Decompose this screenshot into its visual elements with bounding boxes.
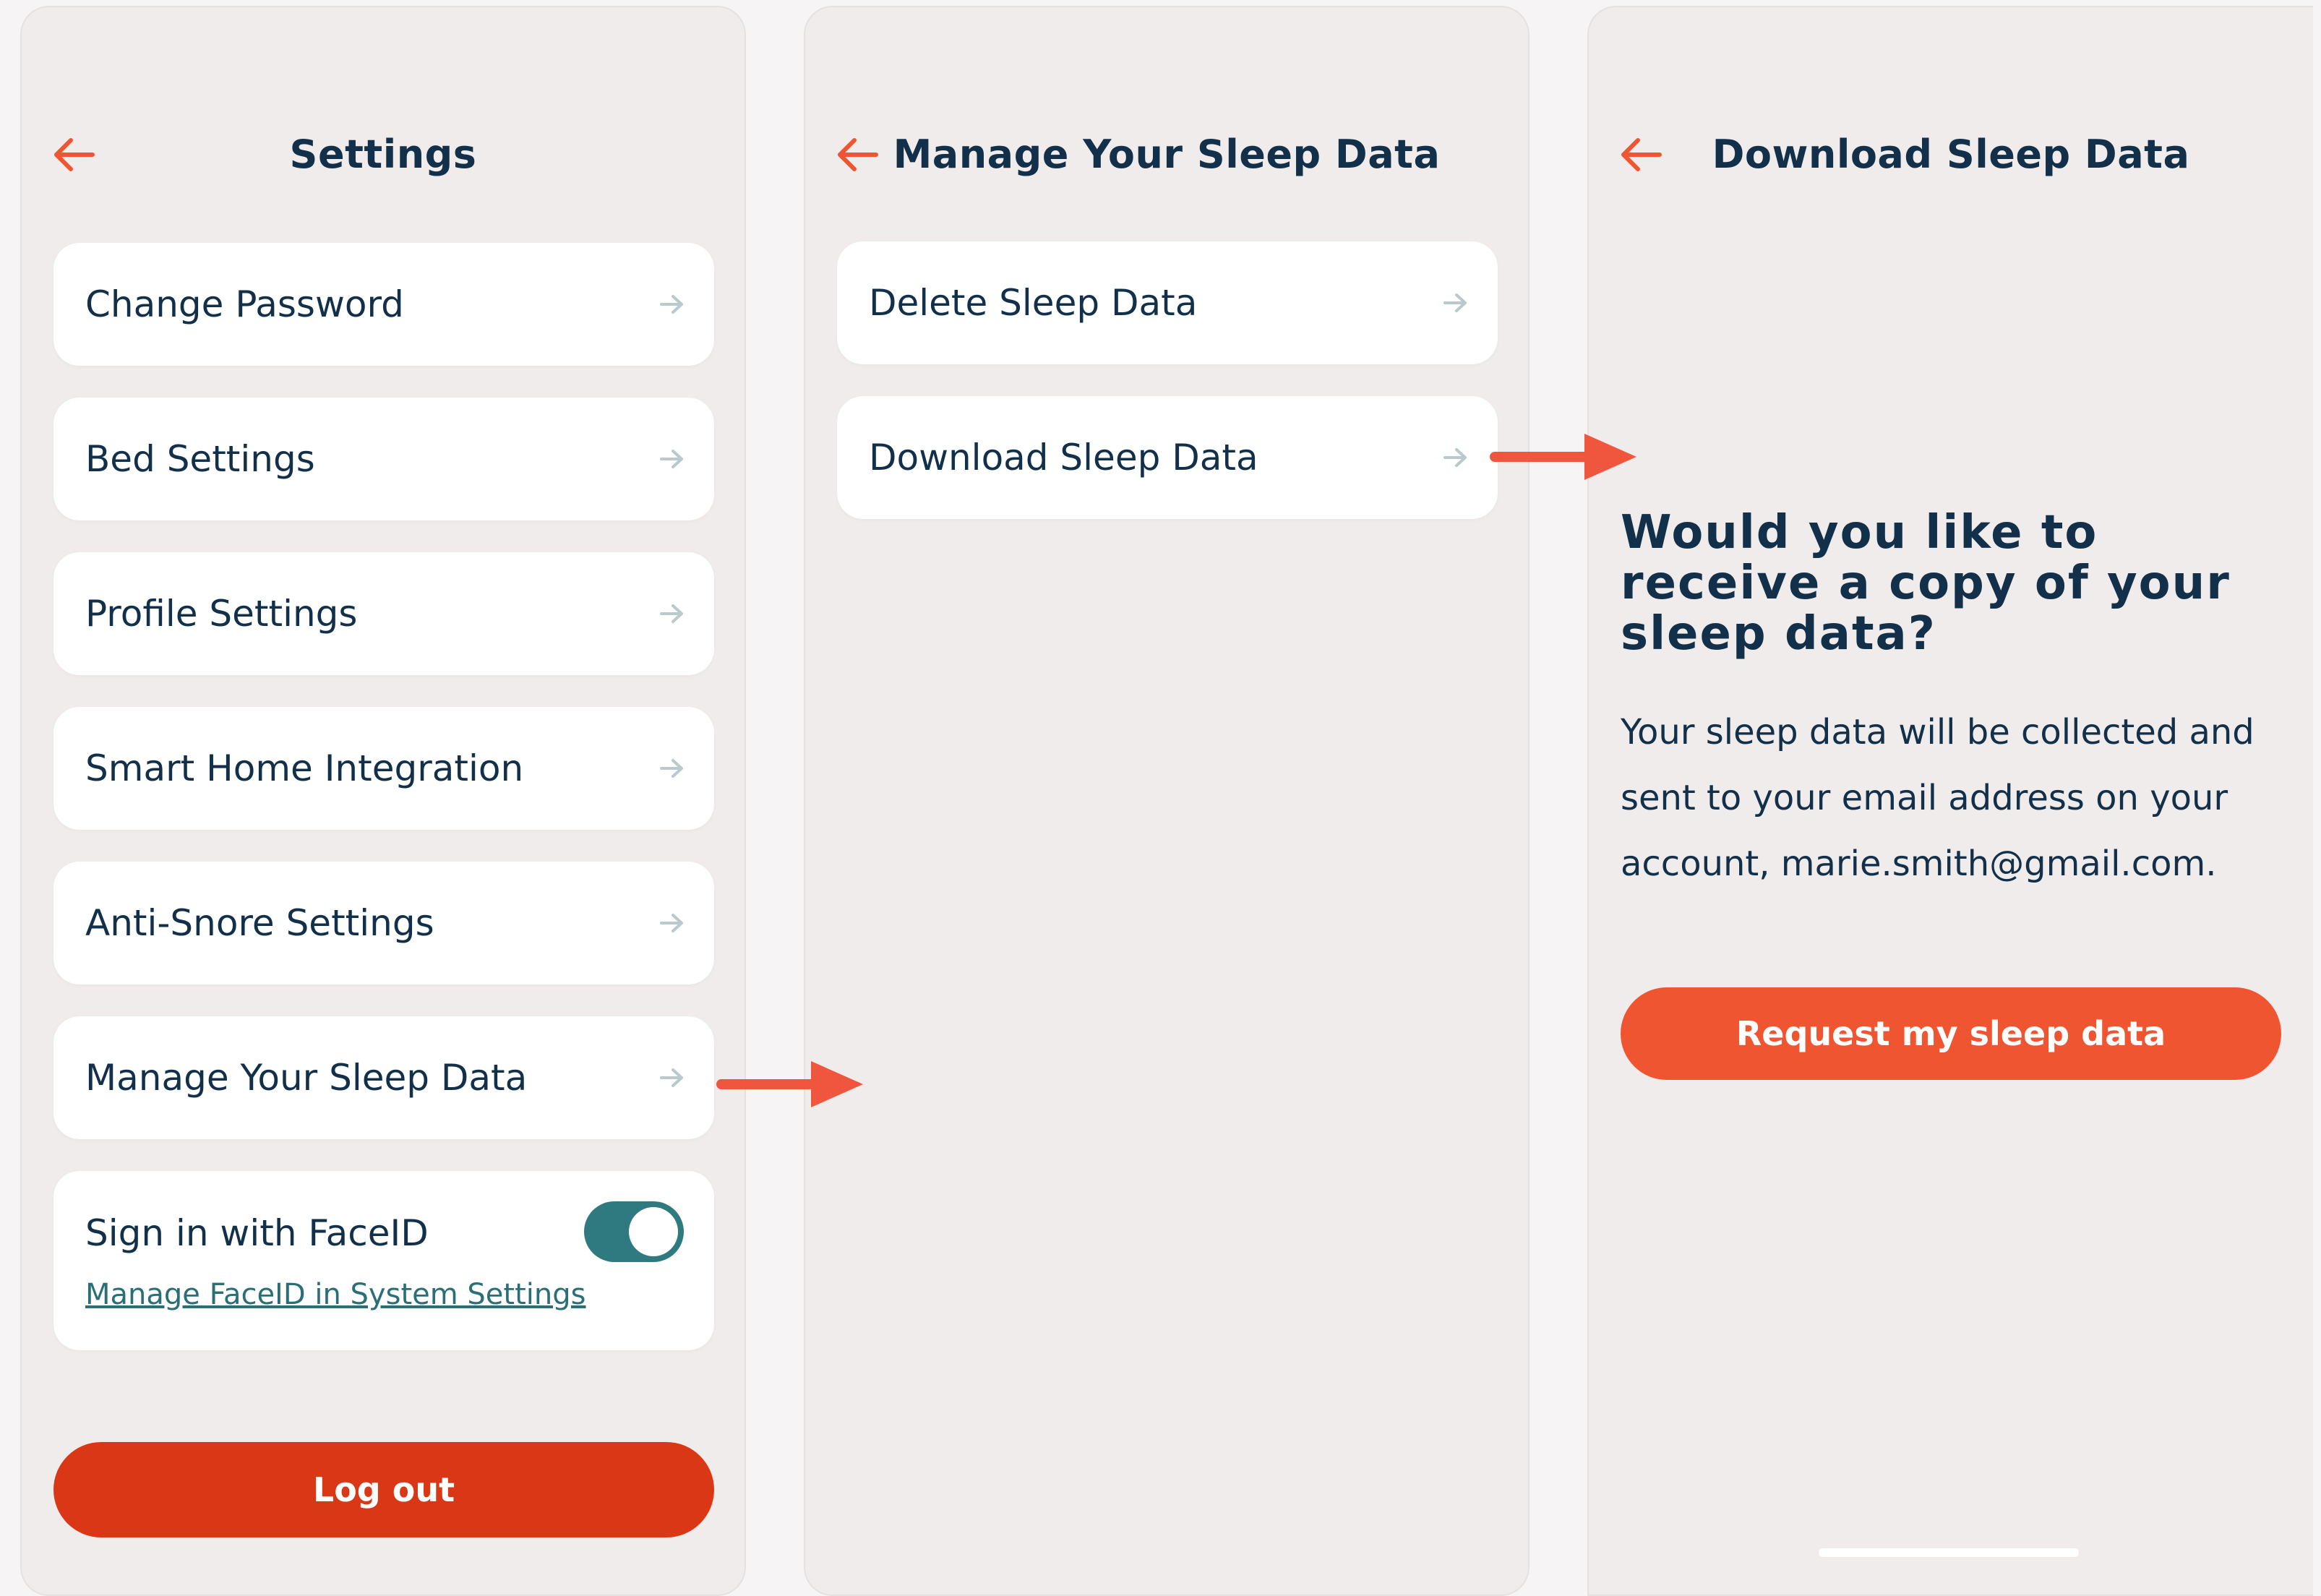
- download-sleep-data-item[interactable]: Download Sleep Data: [837, 396, 1498, 519]
- manage-faceid-link[interactable]: Manage FaceID in System Settings: [85, 1278, 585, 1311]
- settings-item-change-password[interactable]: Change Password: [53, 243, 714, 366]
- settings-screen: Settings Change Password Bed Settings Pr…: [20, 6, 746, 1596]
- logout-button[interactable]: Log out: [53, 1442, 714, 1537]
- list-item-label: Download Sleep Data: [869, 437, 1258, 479]
- arrow-right-icon: [1443, 292, 1469, 314]
- delete-sleep-data-item[interactable]: Delete Sleep Data: [837, 241, 1498, 364]
- page-title: Manage Your Sleep Data: [893, 132, 1441, 177]
- arrow-right-icon: [659, 1067, 685, 1089]
- list-item-label: Delete Sleep Data: [869, 282, 1198, 324]
- settings-item-profile-settings[interactable]: Profile Settings: [53, 552, 714, 675]
- arrow-right-icon: [1443, 447, 1469, 468]
- settings-item-label: Manage Your Sleep Data: [85, 1057, 528, 1099]
- settings-item-smart-home[interactable]: Smart Home Integration: [53, 707, 714, 830]
- settings-item-anti-snore[interactable]: Anti-Snore Settings: [53, 862, 714, 984]
- faceid-label: Sign in with FaceID: [85, 1212, 429, 1254]
- toggle-knob: [629, 1207, 678, 1256]
- settings-item-label: Smart Home Integration: [85, 747, 524, 789]
- description-line: Your sleep data will be collected and: [1621, 712, 2254, 752]
- settings-item-label: Profile Settings: [85, 593, 358, 635]
- flow-arrow-icon: [716, 1057, 867, 1112]
- arrow-right-icon: [659, 293, 685, 315]
- page-title: Settings: [289, 132, 477, 177]
- settings-item-label: Change Password: [85, 283, 404, 325]
- arrow-right-icon: [659, 448, 685, 470]
- arrow-right-icon: [659, 912, 685, 934]
- settings-item-label: Bed Settings: [85, 438, 315, 480]
- settings-item-bed-settings[interactable]: Bed Settings: [53, 398, 714, 520]
- download-sleep-data-screen: Download Sleep Data Would you like to re…: [1587, 6, 2313, 1596]
- arrow-right-icon: [659, 758, 685, 779]
- page-title: Download Sleep Data: [1712, 132, 2190, 177]
- flow-arrow-icon: [1489, 429, 1641, 484]
- faceid-card: Sign in with FaceID Manage FaceID in Sys…: [53, 1171, 714, 1350]
- description-line: account, marie.smith@gmail.com.: [1621, 844, 2217, 884]
- faceid-toggle[interactable]: [584, 1201, 684, 1262]
- download-description: Your sleep data will be collected and se…: [1621, 700, 2293, 897]
- manage-sleep-data-screen: Manage Your Sleep Data Delete Sleep Data…: [804, 6, 1530, 1596]
- settings-item-manage-sleep-data[interactable]: Manage Your Sleep Data: [53, 1016, 714, 1139]
- arrow-right-icon: [659, 603, 685, 625]
- description-line: sent to your email address on your: [1621, 778, 2228, 818]
- request-sleep-data-button[interactable]: Request my sleep data: [1621, 987, 2281, 1080]
- settings-item-label: Anti-Snore Settings: [85, 902, 434, 944]
- download-question: Would you like to receive a copy of your…: [1621, 506, 2231, 661]
